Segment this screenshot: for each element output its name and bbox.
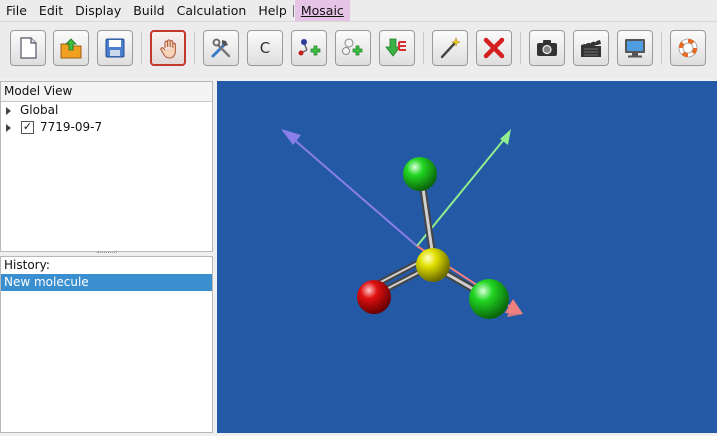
- expand-arrow-icon[interactable]: [6, 124, 11, 132]
- toolbar: C: [0, 22, 717, 78]
- extensions-icon: [385, 38, 406, 57]
- build-tools-button[interactable]: [203, 30, 239, 66]
- open-button[interactable]: [53, 30, 89, 66]
- lifebuoy-icon: [678, 38, 698, 58]
- tree-item-label: Global: [20, 103, 59, 117]
- history-label: History:: [4, 258, 50, 272]
- model-view-title: Model View: [1, 82, 212, 102]
- z-axis: [290, 136, 418, 247]
- menu-build[interactable]: Build: [127, 0, 170, 21]
- build-tools-icon: [211, 38, 231, 58]
- tree-item-molecule[interactable]: ✓ 7719-09-7: [1, 119, 212, 136]
- element-button[interactable]: C: [247, 30, 283, 66]
- toolbar-separator: [194, 32, 195, 64]
- open-icon: [60, 38, 82, 59]
- add-hydrogens-icon: [342, 38, 363, 56]
- fullscreen-button[interactable]: [617, 30, 653, 66]
- camera-button[interactable]: [529, 30, 565, 66]
- visibility-checkbox[interactable]: ✓: [21, 121, 34, 134]
- delete-icon: [483, 37, 505, 59]
- magic-wand-button[interactable]: [432, 30, 468, 66]
- help-button[interactable]: [670, 30, 706, 66]
- menu-file[interactable]: File: [0, 0, 33, 21]
- add-atom-button[interactable]: [291, 30, 327, 66]
- molecule-scene[interactable]: [217, 81, 717, 433]
- atom-oxygen[interactable]: [357, 280, 391, 314]
- menu-bar: File Edit Display Build Calculation Help…: [0, 0, 717, 22]
- save-icon: [105, 38, 125, 58]
- extensions-button[interactable]: [379, 30, 415, 66]
- clapperboard-icon: [581, 38, 601, 57]
- atom-sulfur[interactable]: [416, 248, 450, 282]
- monitor-icon: [625, 39, 645, 58]
- toolbar-separator: [423, 32, 424, 64]
- menu-separator: [292, 4, 294, 17]
- save-button[interactable]: [97, 30, 133, 66]
- menu-edit[interactable]: Edit: [33, 0, 69, 21]
- tree-item-global[interactable]: Global: [1, 102, 212, 119]
- hand-navigate-icon: [160, 39, 176, 59]
- expand-arrow-icon[interactable]: [6, 107, 11, 115]
- add-hydrogens-button[interactable]: [335, 30, 371, 66]
- record-movie-button[interactable]: [573, 30, 609, 66]
- element-c-icon: C: [259, 39, 271, 57]
- atom-chlorine-1[interactable]: [403, 157, 437, 191]
- new-button[interactable]: [10, 30, 46, 66]
- delete-button[interactable]: [476, 30, 512, 66]
- toolbar-separator: [661, 32, 662, 64]
- history-item[interactable]: New molecule: [1, 274, 212, 291]
- menu-mosaic[interactable]: Mosaic: [294, 0, 350, 21]
- menu-display[interactable]: Display: [69, 0, 127, 21]
- menu-calculation[interactable]: Calculation: [171, 0, 253, 21]
- model-view-panel: Model View Global ✓ 7719-09-7: [0, 81, 213, 252]
- 3d-viewport[interactable]: [217, 81, 717, 433]
- new-icon: [20, 37, 37, 59]
- add-atom-icon: [298, 39, 321, 56]
- menu-help[interactable]: Help: [252, 0, 293, 21]
- toolbar-separator: [141, 32, 142, 64]
- atom-chlorine-2[interactable]: [469, 279, 509, 319]
- history-panel: History: New molecule: [0, 256, 213, 433]
- magic-wand-icon: [440, 37, 461, 59]
- tree-item-label: 7719-09-7: [40, 120, 103, 134]
- navigate-button[interactable]: [150, 30, 186, 66]
- camera-icon: [537, 40, 557, 56]
- toolbar-separator: [520, 32, 521, 64]
